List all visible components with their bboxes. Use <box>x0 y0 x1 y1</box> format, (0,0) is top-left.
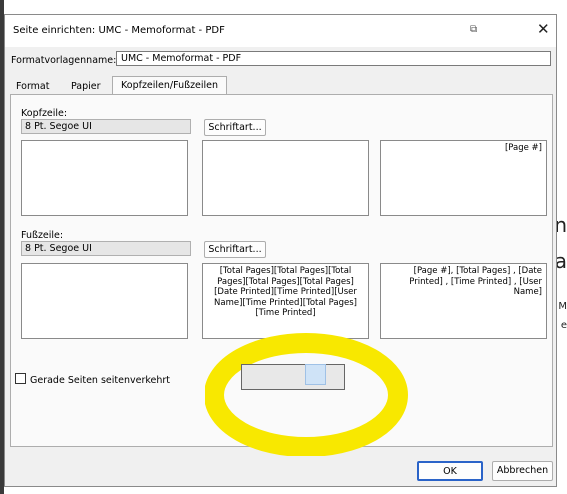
formatvorlage-input[interactable]: UMC - Memoformat - PDF <box>116 51 551 66</box>
kopfzeile-font-button[interactable]: Schriftart... <box>204 119 266 136</box>
close-icon[interactable]: ✕ <box>537 20 550 38</box>
fusszeile-left-area[interactable] <box>21 263 188 339</box>
mirror-even-pages-label: Gerade Seiten seitenverkehrt <box>30 375 171 386</box>
tab-papier[interactable]: Papier <box>66 79 106 95</box>
ok-button[interactable]: OK <box>417 461 483 481</box>
highlight-ring <box>205 333 408 456</box>
fusszeile-right-area[interactable]: [Page #], [Total Pages] , [Date Printed]… <box>380 263 547 339</box>
page-setup-dialog: Seite einrichten: UMC - Memoformat - PDF… <box>4 14 557 487</box>
background-text: M <box>558 301 567 312</box>
title-bar: Seite einrichten: UMC - Memoformat - PDF… <box>5 15 556 47</box>
kopfzeile-font-display: 8 Pt. Segoe UI <box>21 119 191 134</box>
fusszeile-label: Fußzeile: <box>21 230 64 241</box>
formatvorlage-label: Formatvorlagenname: <box>11 55 117 66</box>
kopfzeile-label: Kopfzeile: <box>21 108 68 119</box>
window-title: Seite einrichten: UMC - Memoformat - PDF <box>13 25 225 36</box>
mirror-even-pages-option[interactable]: Gerade Seiten seitenverkehrt <box>15 373 170 386</box>
window-icon[interactable]: ⧉ <box>470 24 477 35</box>
mirror-even-pages-checkbox[interactable] <box>15 373 26 384</box>
tab-kopfzeilen-fusszeilen[interactable]: Kopfzeilen/Fußzeilen <box>112 76 228 96</box>
kopfzeile-left-area[interactable] <box>21 140 188 216</box>
kopfzeile-center-area[interactable] <box>202 140 369 216</box>
tab-format[interactable]: Format <box>11 79 54 95</box>
kopfzeile-right-area[interactable]: [Page #] <box>380 140 547 216</box>
cancel-button[interactable]: Abbrechen <box>492 461 553 481</box>
fusszeile-font-display: 8 Pt. Segoe UI <box>21 241 191 256</box>
fusszeile-center-area[interactable]: [Total Pages][Total Pages][Total Pages][… <box>202 263 369 339</box>
drag-handle[interactable] <box>305 364 326 385</box>
background-text: e <box>560 320 567 331</box>
yellow-highlight-scribble <box>205 333 408 456</box>
drag-outline <box>241 364 345 390</box>
fusszeile-font-button[interactable]: Schriftart... <box>204 241 266 258</box>
